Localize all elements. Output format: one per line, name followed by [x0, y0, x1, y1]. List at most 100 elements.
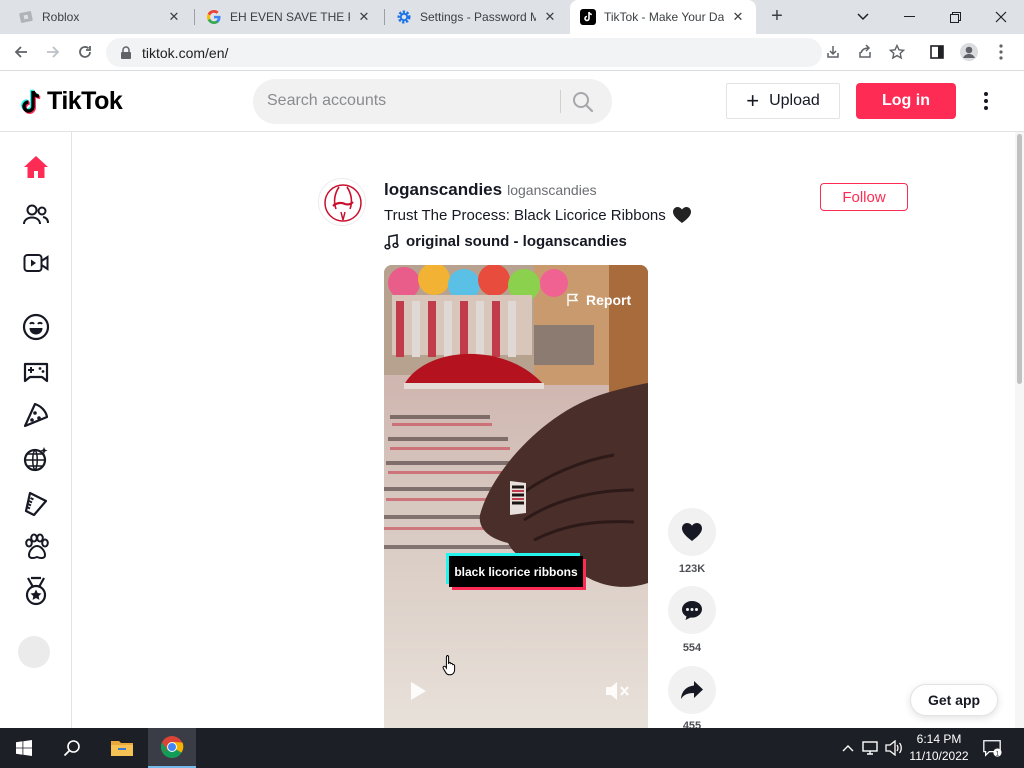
sidebar-item-food[interactable]: [16, 397, 56, 433]
sidebar-item-sports[interactable]: [16, 573, 56, 609]
tab-divider: [384, 9, 385, 25]
tab-title: Settings - Password Ma: [420, 10, 536, 24]
share-button[interactable]: [668, 666, 716, 714]
sidebar-item-following[interactable]: [16, 197, 56, 233]
author-username[interactable]: loganscandies: [384, 180, 502, 199]
comment-count: 554: [682, 642, 702, 654]
sidebar-placeholder-avatar: [18, 636, 50, 668]
tab-divider: [194, 9, 195, 25]
post-music[interactable]: original sound - loganscandies: [384, 233, 627, 250]
address-bar[interactable]: tiktok.com/en/: [106, 38, 822, 67]
animals-icon: [25, 533, 49, 560]
tiktok-header: TikTok + Upload Log in: [0, 71, 1024, 132]
chrome-taskbar-icon[interactable]: [148, 728, 196, 768]
close-icon[interactable]: ✕: [356, 9, 372, 25]
report-label: Report: [586, 292, 632, 308]
music-note-icon: [384, 233, 399, 250]
window-close-icon[interactable]: [978, 0, 1024, 34]
share-icon[interactable]: [852, 39, 878, 65]
tiktok-logo[interactable]: TikTok: [20, 87, 123, 116]
svg-text:1: 1: [996, 750, 1000, 757]
notifications-icon[interactable]: 1: [982, 738, 1002, 758]
following-icon: [23, 204, 49, 225]
video-player[interactable]: [384, 265, 648, 728]
author-avatar[interactable]: [318, 178, 366, 226]
sidebar-item-live[interactable]: [16, 245, 56, 281]
tab-settings[interactable]: Settings - Password Ma ✕: [386, 0, 568, 34]
windows-taskbar: 6:14 PM 11/10/2022 1: [0, 728, 1024, 768]
food-icon: [23, 402, 49, 428]
scrollbar-thumb[interactable]: [1017, 134, 1022, 384]
network-icon[interactable]: [861, 738, 881, 758]
sidebar-item-dance[interactable]: [16, 441, 56, 477]
author-nickname: loganscandies: [507, 182, 597, 198]
clock-date: 11/10/2022: [909, 749, 969, 763]
windows-start-icon[interactable]: [0, 728, 48, 768]
share-arrow-icon: [681, 681, 703, 699]
get-app-button[interactable]: Get app: [910, 684, 998, 716]
search-input[interactable]: [267, 90, 547, 112]
tab-google[interactable]: EH EVEN SAVE THE PAS ✕: [196, 0, 382, 34]
sidebar-item-comedy[interactable]: [16, 309, 56, 345]
like-count: 123K: [678, 563, 706, 575]
forward-icon[interactable]: [40, 39, 66, 65]
new-tab-button[interactable]: +: [766, 6, 788, 28]
sidebar-item-home[interactable]: [16, 149, 56, 185]
dance-icon: [23, 447, 48, 472]
show-hidden-icons-icon[interactable]: [838, 738, 858, 758]
chrome-menu-icon[interactable]: [988, 39, 1014, 65]
login-button[interactable]: Log in: [856, 83, 956, 119]
file-explorer-icon[interactable]: [98, 728, 146, 768]
plus-icon: +: [746, 88, 760, 113]
home-icon: [24, 156, 48, 178]
post-caption: Trust The Process: Black Licorice Ribbon…: [384, 206, 692, 224]
minimize-icon[interactable]: [886, 0, 932, 34]
video-overlay-caption: black licorice ribbons: [449, 556, 583, 587]
google-icon: [206, 9, 222, 25]
music-title: original sound - loganscandies: [406, 233, 627, 250]
profile-icon[interactable]: [956, 39, 982, 65]
back-icon[interactable]: [8, 39, 34, 65]
report-button[interactable]: Report: [566, 290, 631, 310]
close-icon[interactable]: ✕: [730, 9, 746, 25]
search-icon[interactable]: [571, 90, 595, 114]
sidebar-item-beauty[interactable]: [16, 485, 56, 521]
install-app-icon[interactable]: [820, 39, 846, 65]
comedy-icon: [22, 313, 50, 341]
upload-label: Upload: [769, 92, 820, 109]
hand-cursor-icon: [442, 655, 456, 676]
like-button[interactable]: [668, 508, 716, 556]
restore-icon[interactable]: [932, 0, 978, 34]
follow-button[interactable]: Follow: [820, 183, 908, 211]
tab-search-icon[interactable]: [840, 0, 886, 34]
post-author[interactable]: loganscandies loganscandies: [384, 180, 597, 200]
volume-icon[interactable]: [884, 738, 904, 758]
sidebar: [0, 132, 72, 728]
close-icon[interactable]: ✕: [166, 9, 182, 25]
mute-icon[interactable]: [604, 680, 630, 702]
comment-button[interactable]: [668, 586, 716, 634]
sidebar-item-gaming[interactable]: [16, 353, 56, 389]
taskbar-search-icon[interactable]: [48, 728, 96, 768]
tab-roblox[interactable]: Roblox ✕: [8, 0, 192, 34]
roblox-icon: [18, 9, 34, 25]
url-text: tiktok.com/en/: [142, 44, 229, 61]
reload-icon[interactable]: [72, 39, 98, 65]
settings-gear-icon: [396, 9, 412, 25]
bookmark-star-icon[interactable]: [884, 39, 910, 65]
beauty-icon: [24, 491, 48, 517]
search-bar: [253, 79, 612, 124]
tab-tiktok[interactable]: TikTok - Make Your Da ✕: [570, 0, 756, 34]
logo-text: TikTok: [47, 87, 123, 115]
side-panel-icon[interactable]: [924, 39, 950, 65]
upload-button[interactable]: + Upload: [726, 83, 840, 119]
share-count: 455: [682, 720, 702, 728]
system-clock[interactable]: 6:14 PM 11/10/2022: [906, 731, 972, 765]
tab-title: EH EVEN SAVE THE PAS: [230, 10, 350, 24]
black-heart-icon: [672, 207, 691, 223]
search-divider: [560, 90, 561, 113]
close-icon[interactable]: ✕: [542, 9, 558, 25]
sidebar-item-animals[interactable]: [16, 529, 56, 565]
play-icon[interactable]: [408, 680, 428, 702]
more-options-icon[interactable]: [976, 88, 996, 114]
